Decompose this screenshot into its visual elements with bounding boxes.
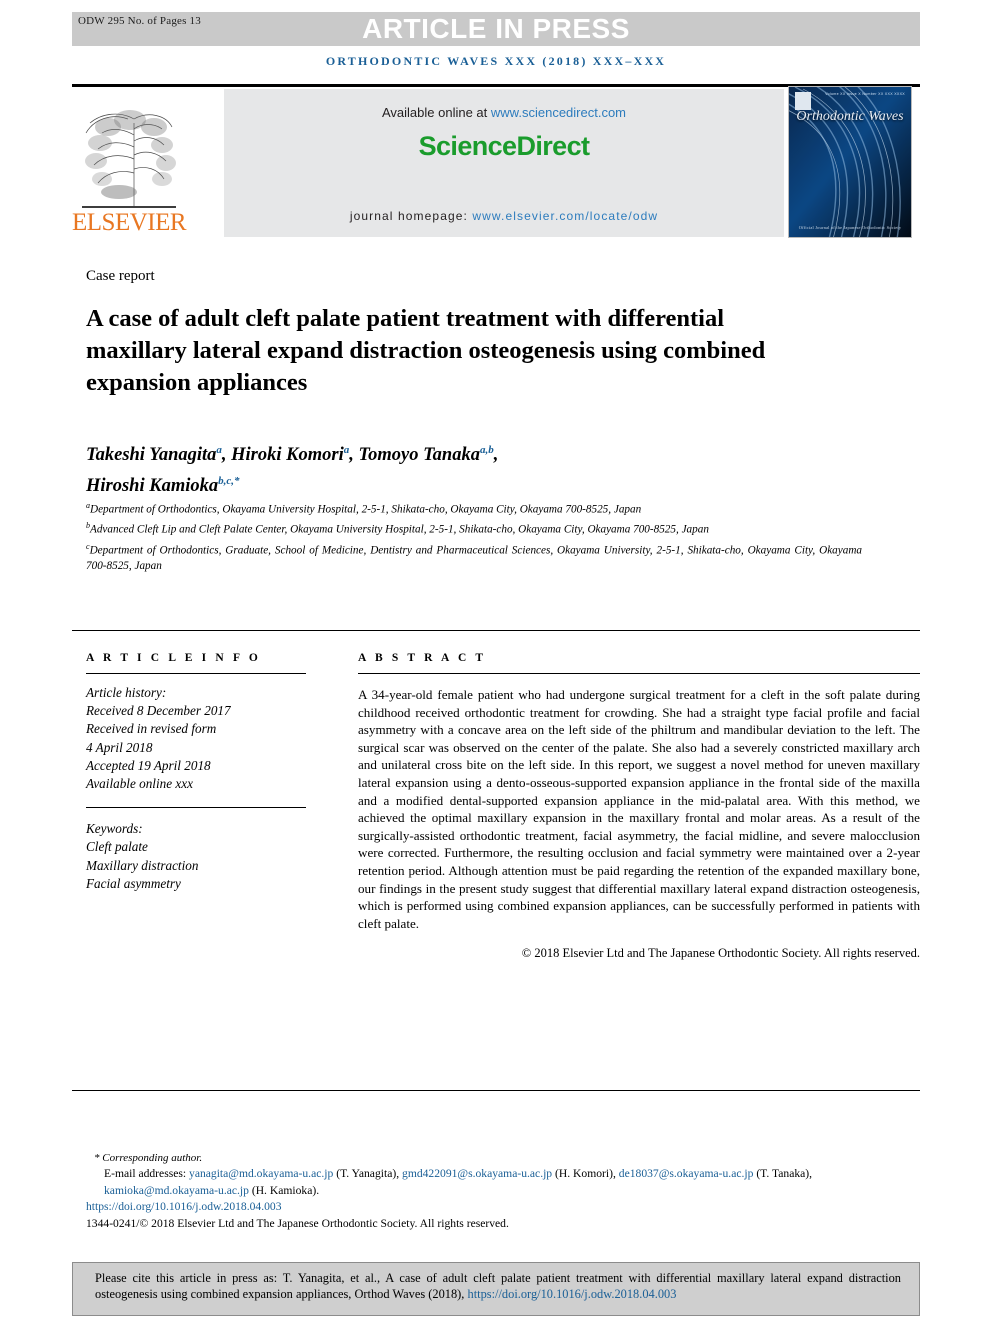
publisher-bar: ELSEVIER Available online at www.science…: [72, 86, 920, 239]
cover-volume-line: Volume XX Issue X Number XX XXX XXXX: [825, 92, 905, 96]
abstract-copyright: © 2018 Elsevier Ltd and The Japanese Ort…: [521, 946, 920, 961]
affiliation-text: Department of Orthodontics, Okayama Univ…: [90, 503, 642, 516]
journal-reference-line: ORTHODONTIC WAVES XXX (2018) XXX–XXX: [325, 54, 667, 68]
sciencedirect-box: Available online at www.sciencedirect.co…: [224, 89, 784, 237]
affiliation-item: cDepartment of Orthodontics, Graduate, S…: [86, 539, 862, 575]
sciencedirect-wordmark: ScienceDirect: [224, 131, 784, 162]
available-online-line: Available online at www.sciencedirect.co…: [224, 105, 784, 120]
author-entry: Hiroshi Kamiokab,c,*: [86, 475, 240, 497]
abstract-body: A 34-year-old female patient who had und…: [358, 687, 920, 931]
author-affiliation-marks: b,c,*: [218, 475, 240, 488]
footnote-block: * Corresponding author. E-mail addresses…: [86, 1150, 926, 1232]
email-addresses-label: E-mail addresses:: [104, 1167, 187, 1181]
article-history-item: 4 April 2018: [86, 739, 153, 755]
article-info-rule: [86, 673, 306, 674]
author-name: Tomoyo Tanaka: [358, 445, 480, 466]
elsevier-logo: ELSEVIER: [72, 89, 187, 239]
article-type-label: Case report: [86, 268, 155, 284]
journal-homepage-label: journal homepage:: [349, 209, 468, 223]
author-separator: ,: [493, 445, 499, 466]
affiliation-item: aDepartment of Orthodontics, Okayama Uni…: [86, 498, 862, 518]
email-link[interactable]: yanagita@md.okayama-u.ac.jp: [189, 1167, 333, 1180]
doi-link[interactable]: https://doi.org/10.1016/j.odw.2018.04.00…: [86, 1199, 926, 1215]
article-history-item: Received in revised form: [86, 721, 217, 737]
author-name: Hiroki Komori: [231, 445, 344, 466]
cover-footer-line: Official Journal of the Japanese Orthodo…: [798, 225, 902, 230]
affiliation-text: Advanced Cleft Lip and Cleft Palate Cent…: [90, 524, 709, 537]
article-history-block: Article history: Received 8 December 201…: [86, 684, 326, 793]
author-entry: Takeshi Yanagitaa: [86, 444, 222, 466]
keywords-block: Keywords: Cleft palate Maxillary distrac…: [86, 820, 326, 893]
article-history-item: Available online xxx: [86, 776, 193, 792]
cover-publisher-badge: [795, 92, 811, 110]
author-entry: Tomoyo Tanakaa,b: [358, 444, 494, 466]
author-name: Takeshi Yanagita: [86, 445, 217, 466]
affiliation-list: aDepartment of Orthodontics, Okayama Uni…: [86, 498, 862, 575]
author-affiliation-marks: a,b: [479, 444, 494, 456]
author-entry: Hiroki Komoria: [231, 444, 349, 466]
cite-text: Please cite this article in press as: T.…: [95, 1270, 901, 1303]
issn-copyright-line: 1344-0241/© 2018 Elsevier Ltd and The Ja…: [86, 1216, 509, 1230]
cite-this-article-box: Please cite this article in press as: T.…: [72, 1262, 920, 1316]
article-info-panel: A R T I C L E I N F O Article history: R…: [86, 652, 326, 893]
sciencedirect-brand-text: ScienceDirect: [418, 131, 590, 161]
article-first-page: ODW 295 No. of Pages 13 ARTICLE IN PRESS…: [0, 0, 992, 1323]
journal-homepage-link[interactable]: www.elsevier.com/locate/odw: [472, 209, 658, 223]
email-owner: (T. Yanagita),: [336, 1167, 400, 1181]
author-name: Hiroshi Kamioka: [86, 476, 219, 497]
email-addresses-line: E-mail addresses: yanagita@md.okayama-u.…: [86, 1166, 926, 1199]
available-online-label: Available online at: [381, 105, 488, 120]
sciencedirect-url-link[interactable]: www.sciencedirect.com: [491, 105, 626, 120]
email-owner: (H. Komori),: [555, 1167, 616, 1181]
keyword-item: Maxillary distraction: [86, 857, 199, 873]
email-link[interactable]: gmd422091@s.okayama-u.ac.jp: [402, 1167, 552, 1180]
abstract-rule: [358, 673, 920, 674]
email-owner: (T. Tanaka),: [756, 1167, 813, 1181]
journal-cover-thumbnail: Volume XX Issue X Number XX XXX XXXX Ort…: [788, 86, 912, 238]
email-owner: (H. Kamioka).: [251, 1183, 320, 1197]
cite-doi-link[interactable]: https://doi.org/10.1016/j.odw.2018.04.00…: [468, 1287, 677, 1301]
author-list: Takeshi Yanagitaa, Hiroki Komoria, Tomoy…: [86, 437, 886, 499]
article-in-press-label: ARTICLE IN PRESS: [362, 13, 630, 44]
keyword-item: Cleft palate: [86, 839, 148, 855]
author-separator: ,: [221, 445, 232, 466]
article-in-press-banner: ODW 295 No. of Pages 13 ARTICLE IN PRESS: [72, 12, 920, 46]
page-title: A case of adult cleft palate patient tre…: [86, 305, 766, 396]
affiliation-text: Department of Orthodontics, Graduate, Sc…: [86, 544, 862, 572]
article-history-label: Article history:: [86, 685, 167, 700]
email-link[interactable]: kamioka@md.okayama-u.ac.jp: [104, 1184, 249, 1197]
corresponding-author-note: * Corresponding author.: [94, 1152, 203, 1164]
article-history-item: Accepted 19 April 2018: [86, 757, 211, 773]
journal-homepage-line: journal homepage: www.elsevier.com/locat…: [224, 209, 784, 223]
affiliation-item: bAdvanced Cleft Lip and Cleft Palate Cen…: [86, 518, 862, 538]
elsevier-wordmark: ELSEVIER: [72, 209, 187, 236]
keywords-label: Keywords:: [86, 821, 143, 837]
info-section-bottom-rule: [72, 1090, 920, 1091]
abstract-panel: A B S T R A C T A 34-year-old female pat…: [358, 652, 920, 961]
email-link[interactable]: de18037@s.okayama-u.ac.jp: [619, 1167, 754, 1180]
abstract-heading: A B S T R A C T: [358, 652, 487, 664]
keywords-rule: [86, 807, 306, 809]
article-info-heading: A R T I C L E I N F O: [86, 652, 261, 664]
article-history-item: Received 8 December 2017: [86, 703, 231, 719]
cover-journal-title: Orthodontic Waves: [796, 109, 904, 124]
keyword-item: Facial asymmetry: [86, 875, 181, 891]
info-section-top-rule: [72, 630, 920, 631]
